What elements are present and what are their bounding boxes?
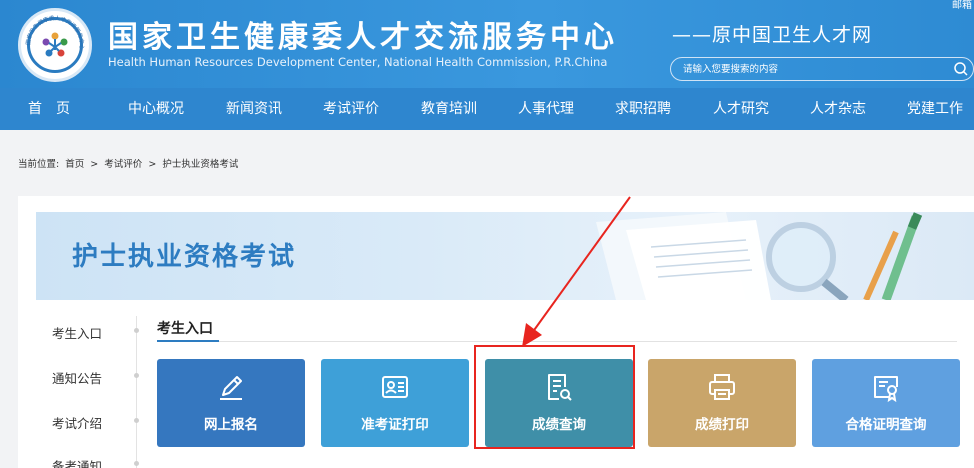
breadcrumb-separator: > bbox=[148, 159, 157, 170]
certificate-search-icon bbox=[874, 376, 898, 403]
main-nav: 首 页 中心概况 新闻资讯 考试评价 教育培训 人事代理 求职招聘 人才研究 人… bbox=[0, 88, 974, 130]
sidebar-item-prep-notice[interactable]: 备考通知 bbox=[52, 456, 102, 468]
search-box bbox=[670, 57, 974, 81]
tile-label: 网上报名 bbox=[204, 417, 258, 433]
nav-item-jobs[interactable]: 求职招聘 bbox=[615, 88, 671, 130]
sidebar-dot bbox=[134, 373, 139, 378]
site-logo[interactable]: 国家卫生健康委人才交流服务中心 bbox=[18, 8, 92, 82]
search-input[interactable] bbox=[683, 61, 933, 77]
nav-item-news[interactable]: 新闻资讯 bbox=[226, 88, 282, 130]
nav-item-magazine[interactable]: 人才杂志 bbox=[810, 88, 866, 130]
sidebar-dot bbox=[134, 461, 139, 466]
tile-label: 合格证明查询 bbox=[845, 417, 927, 433]
sidebar-item-candidate-entry[interactable]: 考生入口 bbox=[52, 323, 102, 342]
email-link[interactable]: 邮箱 bbox=[952, 0, 972, 11]
pointer-arrow-icon bbox=[522, 196, 631, 347]
breadcrumb-current: 护士执业资格考试 bbox=[162, 159, 239, 170]
search-icon[interactable] bbox=[953, 61, 969, 77]
printer-icon bbox=[709, 374, 735, 400]
nav-item-exams[interactable]: 考试评价 bbox=[323, 88, 379, 130]
nav-item-party[interactable]: 党建工作 bbox=[907, 88, 963, 130]
admission-ticket-print-button[interactable]: 准考证打印 bbox=[321, 359, 469, 447]
nav-item-about[interactable]: 中心概况 bbox=[128, 88, 184, 130]
breadcrumb: 当前位置: 首页 > 考试评价 > 护士执业资格考试 bbox=[18, 156, 241, 170]
site-subtitle: Health Human Resources Development Cente… bbox=[108, 55, 608, 69]
sidebar-dot bbox=[134, 418, 139, 423]
sidebar-item-notices[interactable]: 通知公告 bbox=[52, 368, 102, 387]
page-title: 护士执业资格考试 bbox=[72, 242, 297, 272]
sidebar-timeline-line bbox=[136, 316, 137, 468]
breadcrumb-exams[interactable]: 考试评价 bbox=[104, 159, 142, 170]
tile-label: 准考证打印 bbox=[361, 417, 429, 433]
site-title: 国家卫生健康委人才交流服务中心 bbox=[108, 20, 618, 55]
section-title-underline bbox=[157, 340, 219, 342]
score-print-button[interactable]: 成绩打印 bbox=[648, 359, 796, 447]
section-title: 考生入口 bbox=[157, 321, 213, 337]
highlight-box bbox=[474, 345, 635, 449]
sidebar-dot bbox=[134, 328, 139, 333]
page-banner: 护士执业资格考试 bbox=[36, 212, 974, 300]
logo-emblem-icon bbox=[42, 32, 68, 57]
nav-item-training[interactable]: 教育培训 bbox=[421, 88, 477, 130]
breadcrumb-home[interactable]: 首页 bbox=[65, 159, 84, 170]
breadcrumb-separator: > bbox=[90, 159, 99, 170]
tile-label: 成绩打印 bbox=[695, 417, 749, 433]
certificate-query-button[interactable]: 合格证明查询 bbox=[812, 359, 960, 447]
nav-item-personnel[interactable]: 人事代理 bbox=[518, 88, 574, 130]
online-registration-button[interactable]: 网上报名 bbox=[157, 359, 305, 447]
nav-item-research[interactable]: 人才研究 bbox=[713, 88, 769, 130]
site-header: 国家卫生健康委人才交流服务中心 国家卫生健康委人才交流服务中心 Health H… bbox=[0, 0, 974, 130]
id-card-icon bbox=[382, 376, 408, 398]
site-slogan: ——原中国卫生人才网 bbox=[672, 24, 873, 46]
breadcrumb-prefix: 当前位置: bbox=[18, 159, 60, 170]
sidebar-item-exam-intro[interactable]: 考试介绍 bbox=[52, 413, 102, 432]
pencil-icon bbox=[220, 376, 242, 400]
nav-item-home[interactable]: 首 页 bbox=[28, 88, 70, 130]
